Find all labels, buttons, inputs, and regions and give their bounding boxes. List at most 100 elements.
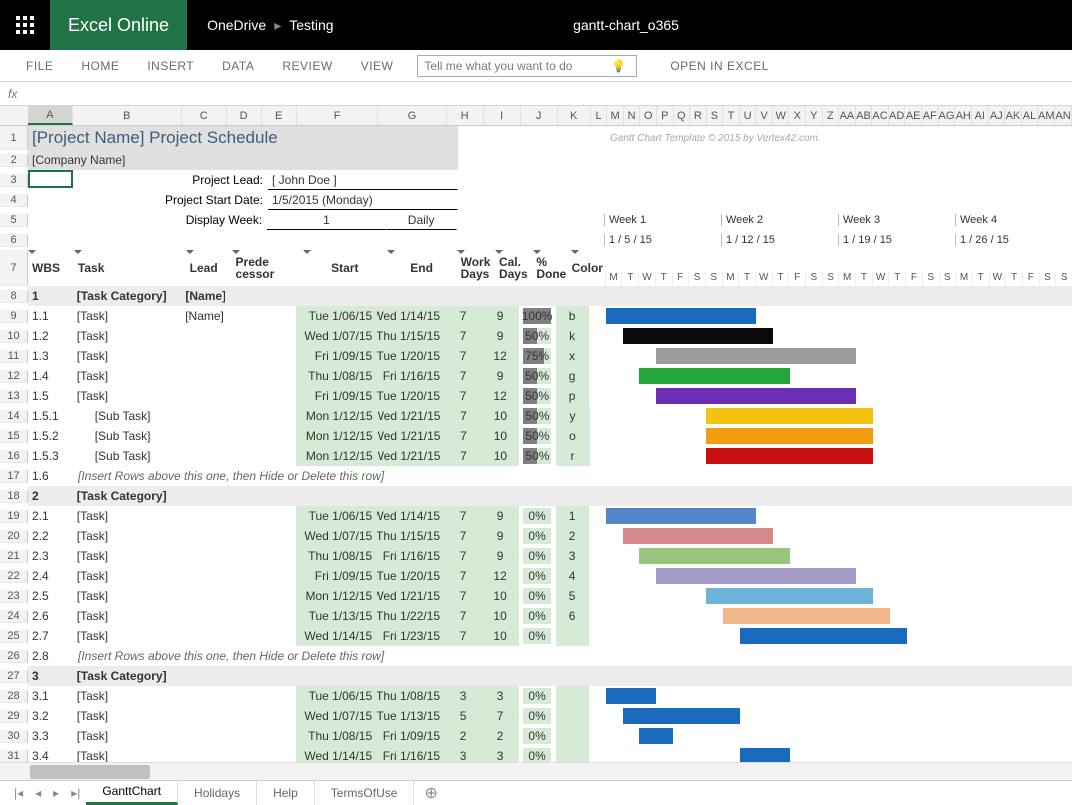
- end-date[interactable]: Wed 1/21/15: [377, 586, 445, 606]
- end-date[interactable]: Thu 1/22/15: [377, 606, 445, 626]
- lead[interactable]: [181, 586, 226, 606]
- start-date[interactable]: Wed 1/14/15: [296, 626, 377, 646]
- col-header-E[interactable]: E: [262, 106, 297, 125]
- work-days[interactable]: 7: [445, 506, 482, 526]
- cal-days[interactable]: 10: [482, 426, 519, 446]
- cal-days[interactable]: 10: [482, 626, 519, 646]
- wbs[interactable]: 2.7: [28, 626, 73, 646]
- lead[interactable]: [181, 726, 226, 746]
- row-header-8[interactable]: 8: [0, 290, 28, 303]
- wbs[interactable]: 2.2: [28, 526, 73, 546]
- wbs[interactable]: 1.5: [28, 386, 73, 406]
- lead[interactable]: [181, 546, 226, 566]
- work-days[interactable]: 7: [445, 606, 482, 626]
- end-date[interactable]: Wed 1/21/15: [378, 446, 446, 466]
- row-header-24[interactable]: 24: [0, 610, 28, 623]
- color-code[interactable]: x: [556, 346, 589, 366]
- pct-done[interactable]: 50%: [519, 366, 556, 386]
- color-code[interactable]: g: [556, 366, 589, 386]
- row-header-27[interactable]: 27: [0, 670, 28, 683]
- task[interactable]: [Task]: [73, 366, 181, 386]
- row-header-18[interactable]: 18: [0, 490, 28, 503]
- row-header-10[interactable]: 10: [0, 330, 28, 343]
- start-date[interactable]: Thu 1/08/15: [296, 546, 377, 566]
- wbs[interactable]: 1.2: [28, 326, 73, 346]
- task[interactable]: [Task]: [73, 626, 181, 646]
- col-head-pred[interactable]: Prede cessor: [232, 250, 304, 286]
- project-start-value[interactable]: 1/5/2015 (Monday): [268, 190, 458, 210]
- start-date[interactable]: Tue 1/06/15: [296, 686, 377, 706]
- pct-done[interactable]: 0%: [519, 526, 556, 546]
- wbs[interactable]: 1.1: [28, 306, 73, 326]
- pct-done[interactable]: 75%: [519, 346, 556, 366]
- wbs[interactable]: 3.2: [28, 706, 73, 726]
- col-head-start[interactable]: Start: [303, 250, 387, 286]
- task[interactable]: [Sub Task]: [73, 426, 182, 446]
- task[interactable]: [Task]: [73, 566, 181, 586]
- cal-days[interactable]: 10: [482, 406, 519, 426]
- row-header-19[interactable]: 19: [0, 510, 28, 523]
- lead[interactable]: [181, 566, 226, 586]
- display-week-label[interactable]: Display Week:: [74, 210, 267, 230]
- col-head-wbs[interactable]: WBS: [28, 250, 74, 286]
- wbs[interactable]: 3.1: [28, 686, 73, 706]
- col-header-G[interactable]: G: [378, 106, 446, 125]
- start-date[interactable]: Wed 1/07/15: [296, 706, 377, 726]
- row-header-2[interactable]: 2: [0, 154, 28, 167]
- work-days[interactable]: 7: [445, 526, 482, 546]
- row-header-21[interactable]: 21: [0, 550, 28, 563]
- sheet-tab-help[interactable]: Help: [257, 781, 315, 805]
- row-header-28[interactable]: 28: [0, 690, 28, 703]
- start-date[interactable]: Mon 1/12/15: [296, 586, 377, 606]
- work-days[interactable]: 7: [445, 446, 482, 466]
- row-header-15[interactable]: 15: [0, 430, 28, 443]
- work-days[interactable]: 5: [445, 706, 482, 726]
- wbs[interactable]: 3: [28, 666, 73, 686]
- col-header-AL[interactable]: AL: [1022, 106, 1039, 125]
- work-days[interactable]: 7: [445, 306, 482, 326]
- end-date[interactable]: Tue 1/20/15: [377, 566, 445, 586]
- start-date[interactable]: Thu 1/08/15: [296, 366, 377, 386]
- col-head-wdays[interactable]: Work Days: [457, 250, 495, 286]
- col-header-AD[interactable]: AD: [889, 106, 906, 125]
- cal-days[interactable]: 9: [482, 526, 519, 546]
- lead[interactable]: [181, 626, 226, 646]
- lead[interactable]: [181, 706, 226, 726]
- lead[interactable]: [182, 426, 227, 446]
- task[interactable]: [Task]: [73, 506, 181, 526]
- end-date[interactable]: Thu 1/15/15: [377, 526, 445, 546]
- work-days[interactable]: 7: [445, 586, 482, 606]
- col-header-AI[interactable]: AI: [972, 106, 989, 125]
- project-title[interactable]: [Project Name] Project Schedule: [28, 126, 458, 150]
- wbs[interactable]: 3.3: [28, 726, 73, 746]
- col-head-pct[interactable]: % Done: [533, 250, 571, 286]
- row-header-23[interactable]: 23: [0, 590, 28, 603]
- row-header-25[interactable]: 25: [0, 630, 28, 643]
- row-header-14[interactable]: 14: [0, 410, 28, 423]
- cal-days[interactable]: 9: [482, 546, 519, 566]
- task[interactable]: [Task]: [73, 306, 181, 326]
- cal-days[interactable]: 9: [482, 326, 519, 346]
- pct-done[interactable]: 0%: [519, 546, 556, 566]
- project-lead-value[interactable]: [ John Doe ]: [268, 170, 458, 190]
- cal-days[interactable]: 10: [482, 586, 519, 606]
- col-header-L[interactable]: L: [591, 106, 608, 125]
- work-days[interactable]: 7: [445, 366, 482, 386]
- col-header-AH[interactable]: AH: [955, 106, 972, 125]
- col-head-cdays[interactable]: Cal. Days: [495, 250, 533, 286]
- lead[interactable]: [Name]: [181, 286, 226, 306]
- row-header-29[interactable]: 29: [0, 710, 28, 723]
- task[interactable]: [Task Category]: [73, 486, 182, 506]
- col-head-end[interactable]: End: [387, 250, 457, 286]
- lead[interactable]: [Name]: [181, 306, 226, 326]
- task[interactable]: [Task]: [73, 586, 181, 606]
- copyright-note[interactable]: Gantt Chart Template © 2015 by Vertex42.…: [606, 126, 1006, 150]
- task[interactable]: [Task]: [73, 526, 181, 546]
- lead[interactable]: [181, 506, 226, 526]
- lead[interactable]: [181, 666, 226, 686]
- row-header-22[interactable]: 22: [0, 570, 28, 583]
- lead[interactable]: [182, 446, 227, 466]
- cal-days[interactable]: 12: [482, 566, 519, 586]
- task[interactable]: [Task]: [73, 326, 181, 346]
- end-date[interactable]: Wed 1/21/15: [378, 406, 446, 426]
